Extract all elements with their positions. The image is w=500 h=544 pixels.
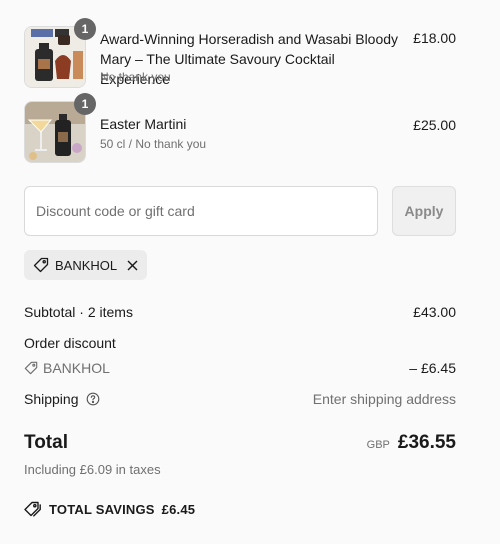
product-thumbnail: 1 [24,93,96,163]
tag-icon [24,361,38,375]
item-price: £25.00 [413,117,456,133]
discount-code-label: BANKHOL [55,257,118,273]
quantity-badge: 1 [74,93,96,115]
total-savings: TOTAL SAVINGS £6.45 [24,501,195,517]
order-discount-row: Order discount [24,335,456,351]
subtotal-row: Subtotal · 2 items £43.00 [24,304,456,320]
total-amount-group: GBP £36.55 [367,432,456,454]
shipping-row: Shipping Enter shipping address [24,391,456,407]
applied-discount-chip: BANKHOL [24,250,148,280]
taxes-note: Including £6.09 in taxes [24,462,161,477]
line-item: 1 Award-Winning Horseradish and Wasabi B… [24,18,456,90]
apply-button[interactable]: Apply [392,186,456,236]
discount-code-input[interactable] [24,186,378,236]
shipping-value: Enter shipping address [312,391,456,407]
product-thumbnail: 1 [24,18,96,88]
close-icon[interactable] [125,258,139,272]
order-discount-label: Order discount [24,335,116,351]
item-variant: 50 cl / No thank you [100,137,207,151]
item-title: Easter Martini [100,116,187,132]
savings-label: TOTAL SAVINGS [49,501,155,517]
subtotal-label: Subtotal · 2 items [24,304,133,320]
tag-icon [33,257,49,273]
savings-value: £6.45 [161,501,196,517]
total-amount: £36.55 [397,432,456,453]
total-label: Total [24,432,68,453]
subtotal-value: £43.00 [413,304,456,320]
shipping-label: Shipping [24,391,79,407]
discount-code-text: BANKHOL [43,360,110,376]
discount-code-line: BANKHOL [24,360,456,376]
discount-value: – £6.45 [409,360,456,376]
item-price: £18.00 [413,30,456,46]
line-item: 1 Easter Martini 50 cl / No thank you £2… [24,93,456,165]
item-variant: No thank you [100,70,171,84]
help-icon[interactable] [86,392,100,406]
tags-icon [24,501,42,517]
discount-code-row: BANKHOL – £6.45 [24,360,456,376]
quantity-badge: 1 [74,18,96,40]
currency-code: GBP [366,439,390,451]
